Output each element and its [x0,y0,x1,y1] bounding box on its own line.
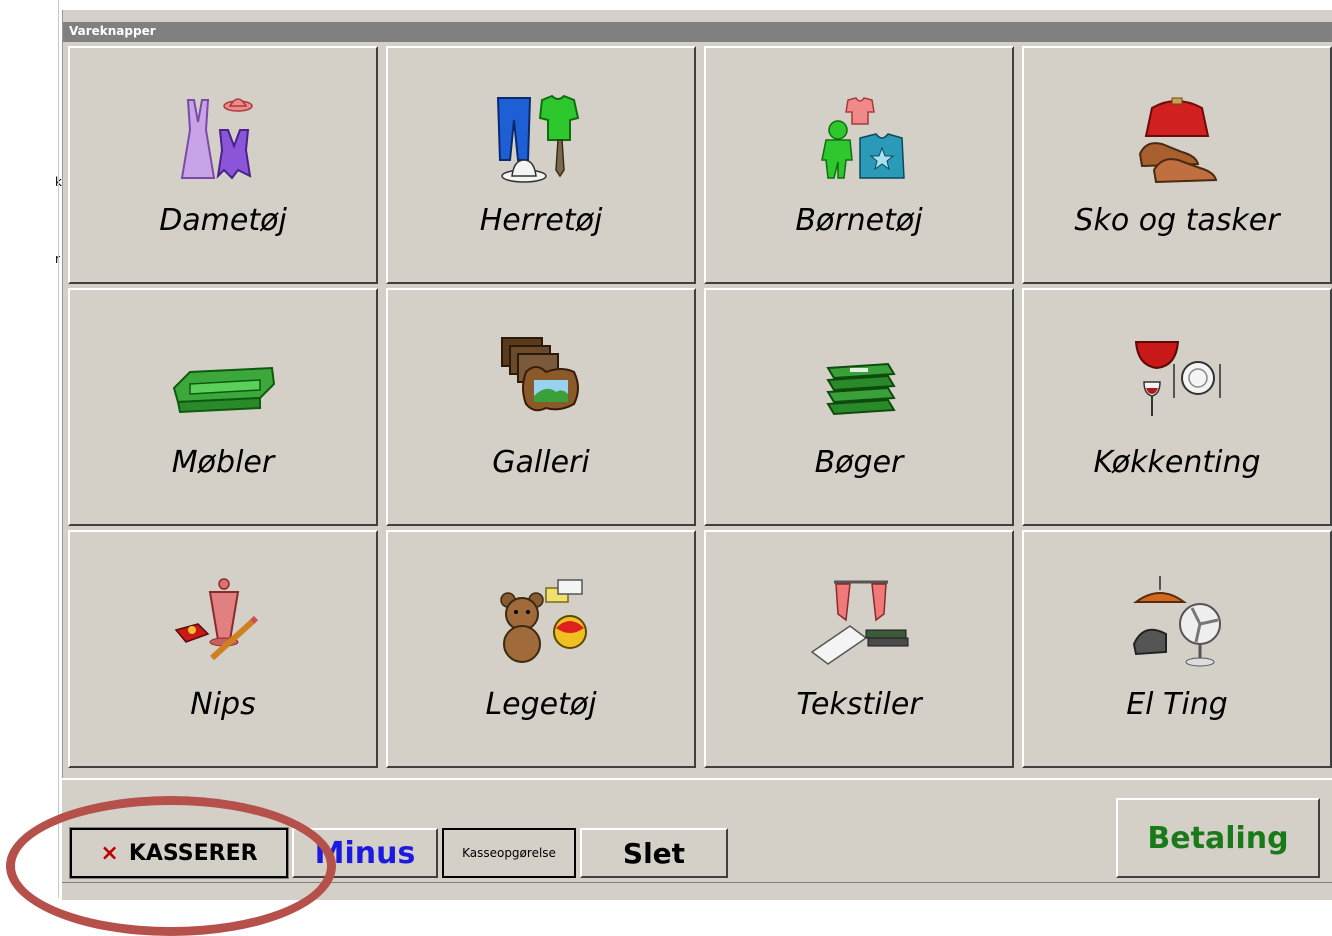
kitchenware-icon [1134,341,1221,416]
tile-mobler[interactable]: Møbler [68,288,378,526]
tile-sko-og-tasker[interactable]: Sko og tasker [1022,46,1332,284]
minus-button[interactable]: Minus [292,828,438,878]
kasserer-button[interactable]: × KASSERER [69,827,289,879]
electrics-icon [1132,576,1221,667]
kasserer-label: KASSERER [128,840,258,866]
sofa-icon [172,366,276,414]
tile-label: Herretøj [479,203,603,238]
betaling-button[interactable]: Betaling [1116,798,1320,878]
tile-label: Dametøj [159,203,287,238]
tile-tekstiler[interactable]: Tekstiler [704,530,1014,768]
kids-clothing-icon [821,97,905,179]
tile-label: Børnetøj [795,203,923,238]
kasseopgorelse-button[interactable]: Kasseopgørelse [442,828,576,878]
tile-label: Legetøj [485,687,597,722]
tile-label: Sko og tasker [1074,203,1280,238]
tile-label: Møbler [171,445,275,480]
textiles-icon [810,580,909,665]
slet-button[interactable]: Slet [580,828,728,878]
tile-label: Galleri [492,445,590,480]
mens-clothing-icon [496,94,580,183]
tile-dametoj[interactable]: Dametøj [68,46,378,284]
tile-herretoj[interactable]: Herretøj [386,46,696,284]
tile-label: Tekstiler [796,687,922,722]
window-titlebar: Vareknapper [63,22,1332,42]
trinkets-icon [174,578,259,661]
tile-kokkenting[interactable]: Køkkenting [1022,288,1332,526]
tile-nips[interactable]: Nips [68,530,378,768]
tile-legetoj[interactable]: Legetøj [386,530,696,768]
womens-clothing-icon [180,98,253,180]
books-icon [826,362,896,416]
close-icon: × [100,840,119,866]
tile-boger[interactable]: Bøger [704,288,1014,526]
tile-galleri[interactable]: Galleri [386,288,696,526]
picture-frames-icon [501,337,579,412]
window-title: Vareknapper [69,24,156,38]
left-edge-strip: k r [0,0,62,898]
shoes-bag-icon [1138,97,1218,184]
status-strip [62,882,1332,899]
tile-label: Nips [190,687,256,722]
tile-bornetoj[interactable]: Børnetøj [704,46,1014,284]
divider-line [58,0,59,898]
tile-label: El Ting [1126,687,1228,722]
tile-label: Bøger [814,445,904,480]
tile-label: Køkkenting [1093,445,1261,480]
tile-el-ting[interactable]: El Ting [1022,530,1332,768]
toys-icon [500,579,587,663]
